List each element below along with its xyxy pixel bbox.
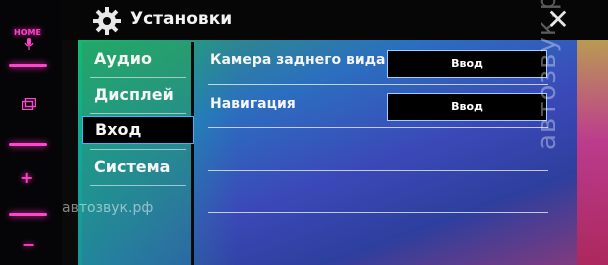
watermark-vertical: автозвук.рф [532, 0, 562, 150]
menu-divider [90, 149, 186, 150]
hardware-divider [9, 213, 47, 216]
menu-divider [90, 77, 186, 78]
row-divider [208, 127, 548, 128]
hardware-divider [9, 143, 47, 146]
hardware-divider [9, 64, 47, 67]
navigation-input-button[interactable]: Ввод [387, 93, 547, 121]
setting-label-navigation: Навигация [210, 96, 296, 112]
menu-item-input[interactable]: Вход [82, 116, 194, 144]
gear-icon [93, 7, 121, 35]
setting-label-rear-camera: Камера заднего вида [210, 52, 386, 68]
page-title: Установки [130, 9, 233, 29]
menu-item-system[interactable]: Система [82, 152, 194, 182]
home-button[interactable]: HOME [14, 28, 41, 37]
row-divider [208, 170, 548, 171]
window-switch-icon[interactable] [22, 98, 36, 110]
watermark-text: автозвук.рф [62, 200, 154, 216]
settings-screen: Установки ✕ Аудио Дисплей Вход Система К… [62, 0, 608, 265]
rear-camera-input-button[interactable]: Ввод [387, 50, 547, 78]
volume-down-button[interactable]: − [22, 235, 35, 254]
microphone-icon [24, 38, 34, 50]
hardware-panel: HOME + − [0, 0, 62, 265]
row-divider [208, 84, 548, 85]
settings-menu: Аудио Дисплей Вход Система [82, 42, 194, 265]
volume-up-button[interactable]: + [20, 168, 33, 187]
menu-item-display[interactable]: Дисплей [82, 80, 194, 110]
menu-divider [90, 185, 186, 186]
menu-item-audio[interactable]: Аудио [82, 44, 194, 74]
title-bar: Установки ✕ [62, 0, 608, 40]
menu-divider [90, 113, 186, 114]
content-edge [577, 40, 608, 265]
row-divider [208, 212, 548, 213]
